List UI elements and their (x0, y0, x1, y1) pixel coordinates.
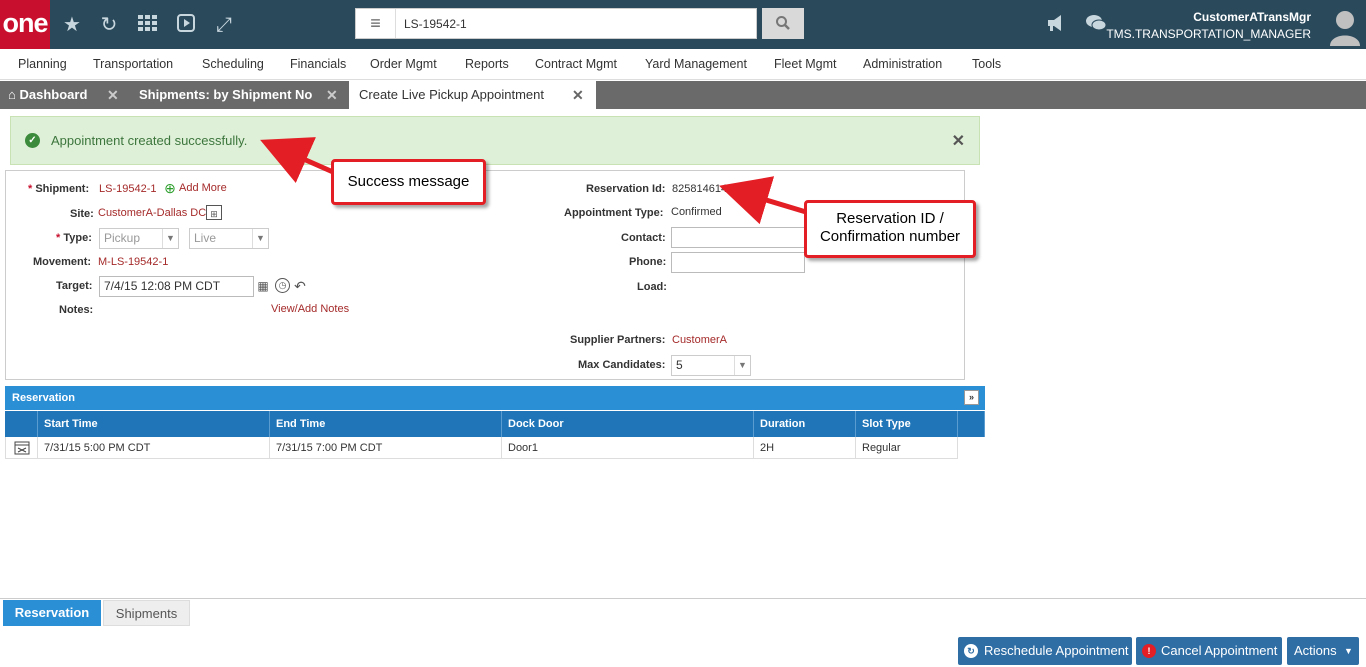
cell-start-time: 7/31/15 5:00 PM CDT (38, 437, 270, 459)
cell-duration: 2H (754, 437, 856, 459)
col-start-time[interactable]: Start Time (38, 411, 270, 437)
cancel-appointment-button[interactable]: ! Cancel Appointment (1136, 637, 1282, 665)
button-label: Cancel Appointment (1161, 643, 1278, 658)
cell-end-time: 7/31/15 7:00 PM CDT (270, 437, 502, 459)
bottom-tab-shipments[interactable]: Shipments (103, 600, 190, 626)
alert-icon: ! (1142, 644, 1156, 658)
col-slot-type[interactable]: Slot Type (856, 411, 958, 437)
success-arrow (260, 137, 335, 183)
col-duration[interactable]: Duration (754, 411, 856, 437)
bottom-divider (0, 598, 1366, 599)
bottom-tab-reservation[interactable]: Reservation (3, 600, 101, 626)
expand-right-icon[interactable]: » (964, 390, 979, 405)
reschedule-icon: ↻ (964, 644, 978, 658)
reservation-grid-header: Reservation » (5, 386, 985, 410)
button-label: Reschedule Appointment (984, 643, 1129, 658)
reservation-arrow (719, 176, 807, 225)
reschedule-appointment-button[interactable]: ↻ Reschedule Appointment (958, 637, 1132, 665)
col-dock-door[interactable]: Dock Door (502, 411, 754, 437)
success-callout: Success message (331, 159, 486, 205)
col-select (5, 411, 38, 437)
cell-slot-type: Regular (856, 437, 958, 459)
col-spacer (958, 411, 985, 437)
reservation-callout: Reservation ID / Confirmation number (804, 200, 976, 258)
button-label: Actions (1294, 643, 1337, 658)
cell-dock-door: Door1 (502, 437, 754, 459)
col-end-time[interactable]: End Time (270, 411, 502, 437)
grid-title: Reservation (12, 392, 75, 404)
annotation-arrows (260, 137, 807, 225)
row-detail-icon[interactable] (5, 437, 38, 459)
actions-button[interactable]: Actions ▼ (1287, 637, 1359, 665)
caret-down-icon: ▼ (1344, 646, 1353, 656)
